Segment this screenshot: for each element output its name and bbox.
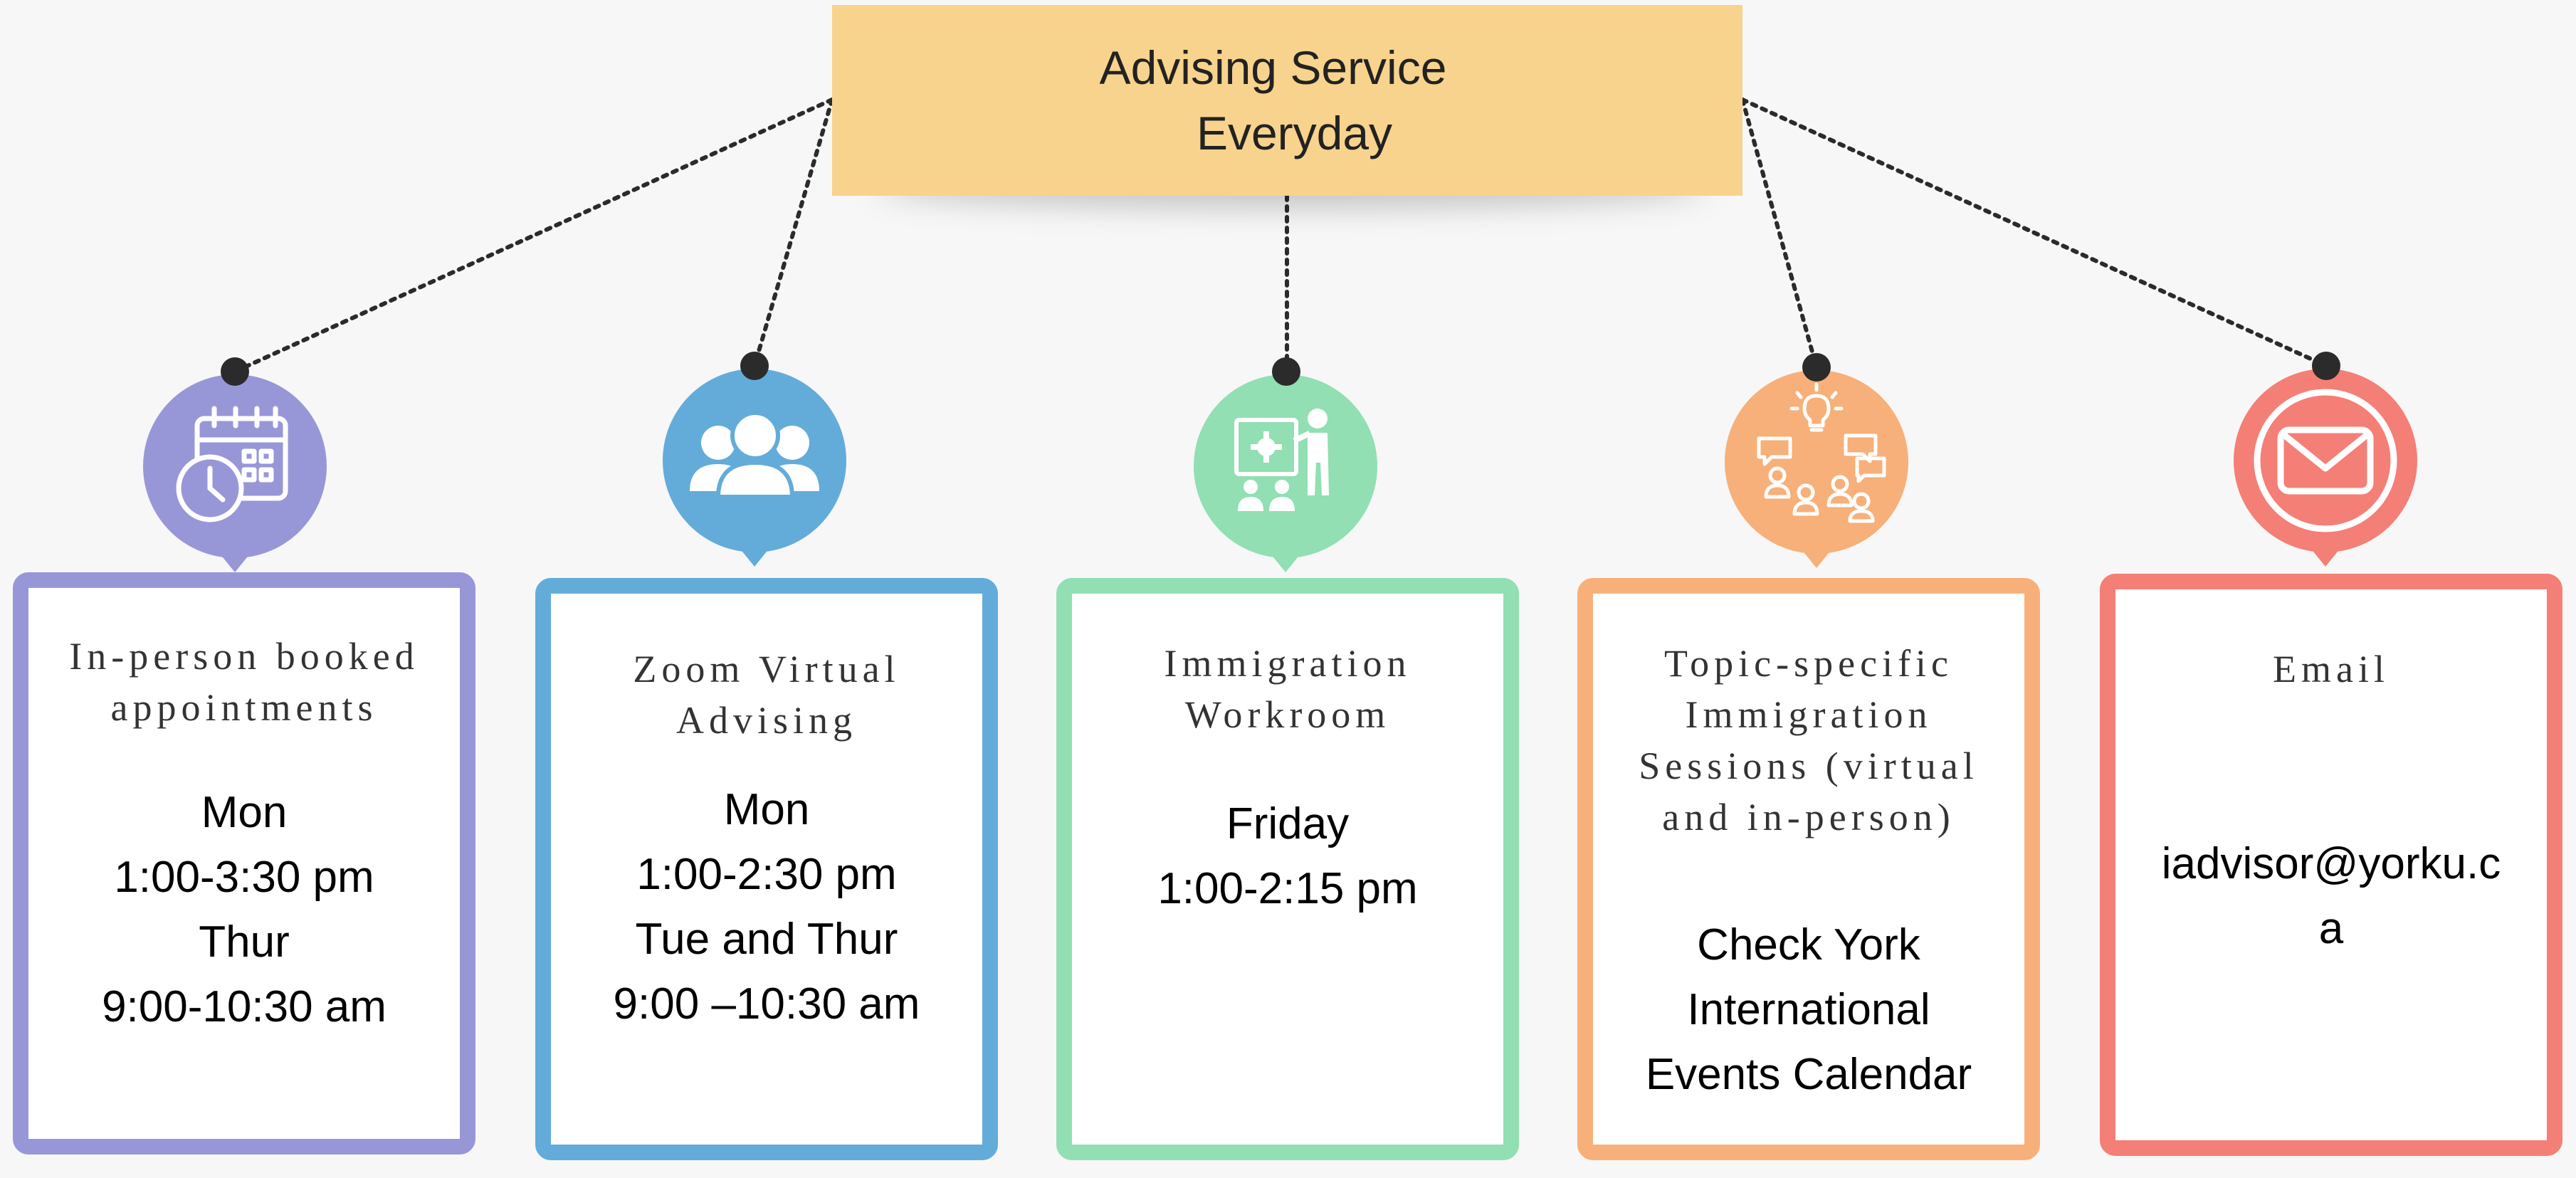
title-line-1: Advising Service bbox=[1099, 41, 1447, 94]
service-card-in-person: In-person booked appointments Mon 1:00-3… bbox=[13, 572, 475, 1155]
connector-pin bbox=[1802, 353, 1831, 382]
bubble-zoom bbox=[663, 369, 846, 567]
connector-line-5 bbox=[1740, 98, 2328, 368]
calendar-clock-icon bbox=[176, 406, 288, 522]
card-details: Mon 1:00-2:30 pm Tue and Thur 9:00 –10:3… bbox=[613, 785, 920, 1029]
connector-pin bbox=[221, 357, 249, 386]
connector-line-1 bbox=[233, 98, 834, 374]
connector-pin bbox=[740, 352, 769, 380]
card-title: Topic-specific Immigration Sessions (vir… bbox=[1639, 642, 1979, 838]
group-people-icon bbox=[690, 411, 819, 499]
bubble-in-person bbox=[143, 374, 327, 572]
advising-services-diagram: Advising Service Everyday In-person book… bbox=[0, 0, 2576, 1178]
card-title: Email bbox=[2273, 648, 2390, 690]
service-card-zoom: Zoom Virtual Advising Mon 1:00-2:30 pm T… bbox=[535, 578, 998, 1160]
discussion-idea-icon bbox=[1757, 382, 1886, 523]
connector-line-2 bbox=[752, 98, 834, 368]
bubble-email bbox=[2234, 369, 2417, 567]
connector-line-4 bbox=[1740, 98, 1819, 369]
title-line-2: Everyday bbox=[1196, 107, 1393, 159]
service-card-workroom: Immigration Workroom Friday 1:00-2:15 pm bbox=[1056, 578, 1519, 1160]
card-title: Immigration Workroom bbox=[1164, 642, 1411, 736]
connector-pin bbox=[1272, 357, 1300, 386]
envelope-icon bbox=[2254, 389, 2397, 532]
presentation-workshop-icon bbox=[1234, 409, 1329, 511]
card-title: Zoom Virtual Advising bbox=[633, 648, 900, 742]
title-box: Advising Service Everyday bbox=[832, 5, 1742, 196]
card-details: Mon 1:00-3:30 pm Thur 9:00-10:30 am bbox=[102, 788, 387, 1031]
connector-pin bbox=[2312, 352, 2340, 380]
service-card-topic-sessions: Topic-specific Immigration Sessions (vir… bbox=[1577, 578, 2040, 1160]
bubble-topic-sessions bbox=[1725, 370, 1908, 568]
card-details: Friday 1:00-2:15 pm bbox=[1157, 799, 1418, 913]
bubble-workroom bbox=[1194, 374, 1377, 572]
card-details: Check York International Events Calendar bbox=[1645, 920, 1972, 1099]
card-title: In-person booked appointments bbox=[69, 635, 419, 729]
service-card-email: Email iadvisor@yorku.c a bbox=[2100, 574, 2562, 1156]
card-details: iadvisor@yorku.c a bbox=[2161, 839, 2501, 953]
